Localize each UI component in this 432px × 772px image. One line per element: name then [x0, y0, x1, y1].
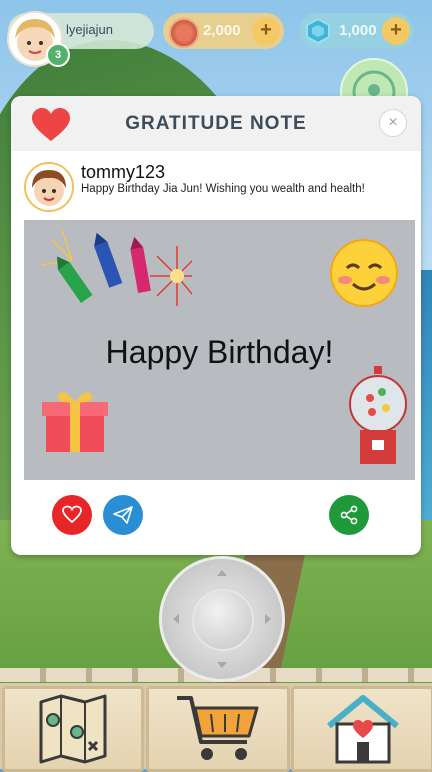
birthday-card-image: Happy Birthday! — [24, 220, 415, 480]
bottom-navigation — [0, 683, 432, 772]
add-gems-button[interactable]: + — [382, 17, 410, 45]
shopping-cart-icon — [177, 696, 259, 760]
sender-avatar — [24, 162, 74, 212]
gumball-machine-icon — [349, 366, 407, 464]
sender-name: tommy123 — [81, 162, 166, 182]
share-icon — [340, 505, 358, 525]
player-name: lyejiajun — [66, 22, 113, 37]
coins-counter: 2,000 + — [163, 13, 284, 49]
arrow-right-icon — [265, 614, 276, 624]
dialog-header: GRATITUDE NOTE × — [11, 96, 421, 151]
close-icon[interactable]: × — [379, 109, 407, 137]
gem-icon — [306, 18, 330, 44]
gratitude-note-dialog: GRATITUDE NOTE × tommy123 Happy Birthday… — [11, 96, 421, 555]
map-button[interactable] — [2, 686, 144, 772]
joystick-knob[interactable] — [192, 589, 254, 651]
share-button[interactable] — [329, 495, 369, 535]
home-button[interactable] — [291, 686, 432, 772]
heart-icon — [62, 505, 82, 524]
dialog-title: GRATITUDE NOTE — [125, 113, 307, 134]
treasure-map-icon — [39, 694, 107, 764]
sender-message: Happy Birthday Jia Jun! Wishing you weal… — [81, 183, 365, 195]
add-coins-button[interactable]: + — [252, 17, 280, 45]
arrow-up-icon — [217, 565, 227, 576]
fireworks-icon — [41, 229, 192, 306]
gift-box-icon — [42, 392, 108, 452]
level-badge: 3 — [46, 43, 70, 67]
home-icon — [326, 695, 399, 764]
coins-value: 2,000 — [203, 22, 241, 39]
movement-joystick[interactable] — [159, 556, 285, 682]
gems-value: 1,000 — [339, 22, 377, 39]
coin-icon — [169, 18, 199, 48]
gems-counter: 1,000 + — [299, 13, 414, 49]
sender-avatar-icon — [26, 164, 72, 210]
arrow-down-icon — [217, 662, 227, 673]
arrow-left-icon — [168, 614, 179, 624]
like-button[interactable] — [52, 495, 92, 535]
paper-plane-icon — [113, 506, 133, 524]
shop-button[interactable] — [146, 686, 290, 772]
smiley-face-icon — [330, 239, 398, 307]
send-button[interactable] — [103, 495, 143, 535]
